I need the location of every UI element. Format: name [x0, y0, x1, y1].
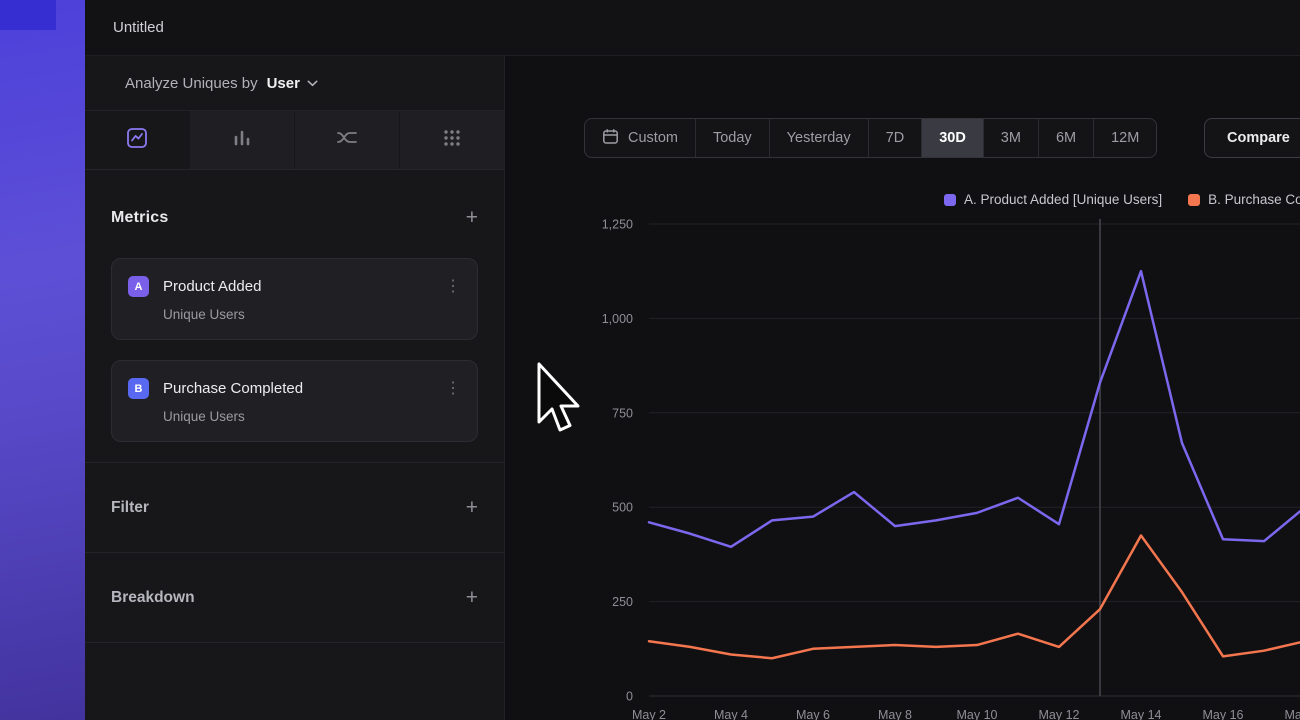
add-filter-button[interactable]: +	[466, 498, 478, 518]
legend-label-a: A. Product Added [Unique Users]	[964, 192, 1162, 207]
filter-section: Filter +	[85, 462, 504, 552]
kebab-menu-icon[interactable]: ⋮	[445, 279, 461, 295]
metrics-heading-row: Metrics +	[111, 208, 478, 228]
add-breakdown-button[interactable]: +	[466, 588, 478, 608]
legend-item-b[interactable]: B. Purchase Completed [Unique Users]	[1188, 192, 1300, 207]
add-metric-button[interactable]: +	[466, 208, 478, 228]
filter-heading: Filter	[111, 499, 149, 517]
range-7d-button[interactable]: 7D	[868, 119, 922, 157]
date-range-toolbar: Custom Today Yesterday 7D 30D 3M 6M 12M	[584, 118, 1157, 158]
svg-text:250: 250	[612, 595, 633, 609]
brand-strip-corner	[0, 0, 56, 30]
line-chart[interactable]: 0 250 500 750 1,000 1,250 May 2 May 4 May 6 May 8…	[506, 206, 1300, 720]
metric-badge-b: B	[128, 378, 149, 399]
range-custom-button[interactable]: Custom	[585, 119, 695, 157]
metric-row: B Purchase Completed ⋮	[128, 378, 461, 399]
svg-text:May 2: May 2	[632, 708, 666, 720]
report-title[interactable]: Untitled	[113, 19, 164, 36]
svg-text:May 8: May 8	[878, 708, 912, 720]
bar-chart-icon	[230, 126, 254, 155]
range-3m-button[interactable]: 3M	[983, 119, 1038, 157]
metrics-heading: Metrics	[111, 209, 168, 227]
line-chart-icon	[125, 126, 149, 155]
svg-text:1,000: 1,000	[602, 312, 633, 326]
metric-name[interactable]: Product Added	[163, 278, 431, 295]
top-bar: Untitled	[85, 0, 1300, 56]
svg-text:May 14: May 14	[1121, 708, 1162, 720]
calendar-icon	[602, 128, 619, 149]
legend-swatch-b	[1188, 194, 1200, 206]
svg-text:1,250: 1,250	[602, 218, 633, 232]
chart-type-tabs	[85, 111, 504, 170]
svg-text:0: 0	[626, 690, 633, 704]
analyze-by-label: Analyze Uniques by	[125, 75, 258, 92]
metric-card-product-added[interactable]: A Product Added ⋮ Unique Users	[111, 258, 478, 340]
section-divider	[85, 642, 504, 643]
metric-measurement[interactable]: Unique Users	[163, 307, 461, 322]
analyze-by-value[interactable]: User	[267, 75, 300, 92]
metric-card-purchase-completed[interactable]: B Purchase Completed ⋮ Unique Users	[111, 360, 478, 442]
svg-text:500: 500	[612, 501, 633, 515]
metric-row: A Product Added ⋮	[128, 276, 461, 297]
range-6m-button[interactable]: 6M	[1038, 119, 1093, 157]
breakdown-section: Breakdown +	[85, 552, 504, 642]
legend-item-a[interactable]: A. Product Added [Unique Users]	[944, 192, 1162, 207]
brand-strip	[0, 0, 85, 720]
tab-line-chart[interactable]	[85, 111, 190, 169]
grid-dots-icon	[440, 126, 464, 155]
flow-icon	[335, 126, 359, 155]
range-today-button[interactable]: Today	[695, 119, 769, 157]
svg-text:May 12: May 12	[1039, 708, 1080, 720]
kebab-menu-icon[interactable]: ⋮	[445, 381, 461, 397]
range-yesterday-button[interactable]: Yesterday	[769, 119, 868, 157]
svg-text:May 4: May 4	[714, 708, 748, 720]
metric-name[interactable]: Purchase Completed	[163, 380, 431, 397]
tab-bar-chart[interactable]	[190, 111, 295, 169]
query-sidebar: Analyze Uniques by User	[85, 56, 505, 720]
range-30d-button[interactable]: 30D	[921, 119, 983, 157]
chart-legend: A. Product Added [Unique Users] B. Purch…	[944, 192, 1300, 207]
metric-measurement[interactable]: Unique Users	[163, 409, 461, 424]
compare-button[interactable]: Compare	[1204, 118, 1300, 158]
metric-badge-a: A	[128, 276, 149, 297]
range-label: Custom	[628, 130, 678, 146]
range-12m-button[interactable]: 12M	[1093, 119, 1156, 157]
chart-panel: Custom Today Yesterday 7D 30D 3M 6M 12M …	[506, 56, 1300, 720]
legend-swatch-a	[944, 194, 956, 206]
legend-label-b: B. Purchase Completed [Unique Users]	[1208, 192, 1300, 207]
metrics-section: Metrics + A Product Added ⋮ Unique Users…	[85, 208, 504, 442]
svg-text:May 18: May 18	[1285, 708, 1300, 720]
tab-grid[interactable]	[400, 111, 504, 169]
breakdown-heading: Breakdown	[111, 589, 195, 607]
svg-text:May 6: May 6	[796, 708, 830, 720]
analyze-by-row: Analyze Uniques by User	[85, 56, 504, 111]
chevron-down-icon[interactable]	[307, 80, 318, 87]
tab-flow[interactable]	[295, 111, 400, 169]
svg-text:750: 750	[612, 406, 633, 420]
svg-text:May 16: May 16	[1203, 708, 1244, 720]
svg-text:May 10: May 10	[957, 708, 998, 720]
